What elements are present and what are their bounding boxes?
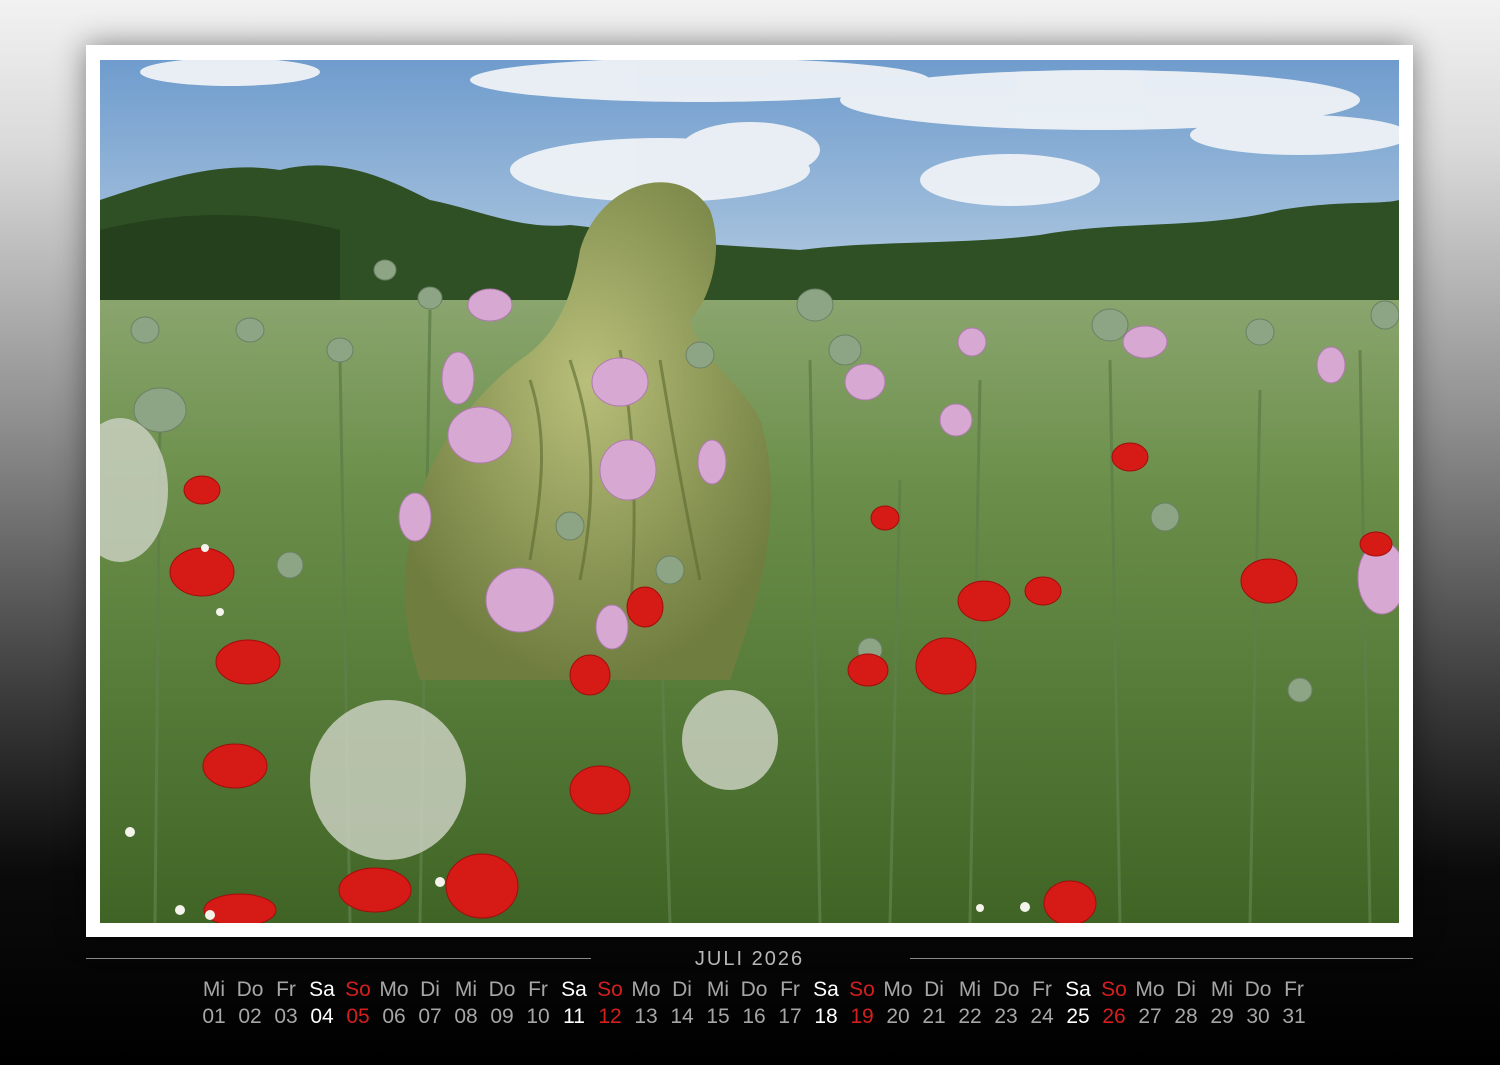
calendar-month-header: JULI 2026 <box>86 946 1413 972</box>
weekday-label: Mi <box>454 978 478 1001</box>
calendar-photo <box>100 60 1399 923</box>
weekday-label: Do <box>1244 978 1272 1001</box>
weekday-label: Mi <box>1210 978 1234 1001</box>
weekday-label: Mo <box>883 978 913 1001</box>
weekday-label: Sa <box>1065 978 1091 1001</box>
weekday-label: Mi <box>958 978 982 1001</box>
weekday-label: Fr <box>1284 978 1304 1001</box>
day-number: 25 <box>1066 1005 1090 1028</box>
weekday-label: Fr <box>780 978 800 1001</box>
day-number: 27 <box>1138 1005 1162 1028</box>
day-number: 13 <box>634 1005 658 1028</box>
day-number: 06 <box>382 1005 406 1028</box>
day-number: 15 <box>706 1005 730 1028</box>
day-number: 14 <box>670 1005 694 1028</box>
day-number: 19 <box>850 1005 874 1028</box>
day-number: 10 <box>526 1005 550 1028</box>
day-number: 21 <box>922 1005 946 1028</box>
weekday-label: Mo <box>631 978 661 1001</box>
day-number: 24 <box>1030 1005 1054 1028</box>
weekday-label: Fr <box>1032 978 1052 1001</box>
weekday-label: Di <box>420 978 440 1001</box>
weekday-label: Mo <box>1135 978 1165 1001</box>
weekday-label: Di <box>924 978 944 1001</box>
day-number: 23 <box>994 1005 1018 1028</box>
weekday-label: Di <box>1176 978 1196 1001</box>
day-number: 08 <box>454 1005 478 1028</box>
weekday-label: Sa <box>309 978 335 1001</box>
weekday-label: So <box>1101 978 1127 1001</box>
day-number: 20 <box>886 1005 910 1028</box>
day-number: 03 <box>274 1005 298 1028</box>
day-number: 26 <box>1102 1005 1126 1028</box>
day-number: 22 <box>958 1005 982 1028</box>
day-number: 16 <box>742 1005 766 1028</box>
day-number: 01 <box>202 1005 226 1028</box>
weekday-label: Do <box>740 978 768 1001</box>
calendar-grid: Mi 01 Do 02 Fr 03 Sa 04 So 05 Mo 06 Di 07 Mi 08 Do 09 Fr 10… <box>196 976 1306 1036</box>
month-title: JULI 2026 <box>694 948 805 970</box>
day-number: 12 <box>598 1005 622 1028</box>
day-number: 31 <box>1282 1005 1306 1028</box>
month-title-wrap: JULI 2026 <box>86 946 1413 972</box>
weekday-label: Fr <box>276 978 296 1001</box>
day-number: 11 <box>563 1005 585 1028</box>
weekday-label: Do <box>992 978 1020 1001</box>
weekday-label: Fr <box>528 978 548 1001</box>
weekday-label: Mo <box>379 978 409 1001</box>
weekday-label: Do <box>488 978 516 1001</box>
day-number: 09 <box>490 1005 514 1028</box>
day-number: 17 <box>778 1005 802 1028</box>
day-number: 05 <box>346 1005 370 1028</box>
day-number: 18 <box>814 1005 838 1028</box>
weekday-label: Di <box>672 978 692 1001</box>
day-number: 07 <box>418 1005 442 1028</box>
weekday-label: So <box>849 978 875 1001</box>
photo-frame <box>86 45 1413 937</box>
day-number: 28 <box>1174 1005 1198 1028</box>
weekday-label: Sa <box>813 978 839 1001</box>
day-number: 02 <box>238 1005 262 1028</box>
poppy-field-scene <box>100 60 1399 923</box>
weekday-label: Mi <box>706 978 730 1001</box>
weekday-label: So <box>345 978 371 1001</box>
weekday-label: So <box>597 978 623 1001</box>
day-number: 29 <box>1210 1005 1234 1028</box>
day-number: 30 <box>1246 1005 1270 1028</box>
weekday-label: Sa <box>561 978 587 1001</box>
weekday-label: Mi <box>202 978 226 1001</box>
day-number: 04 <box>310 1005 334 1028</box>
weekday-label: Do <box>236 978 264 1001</box>
